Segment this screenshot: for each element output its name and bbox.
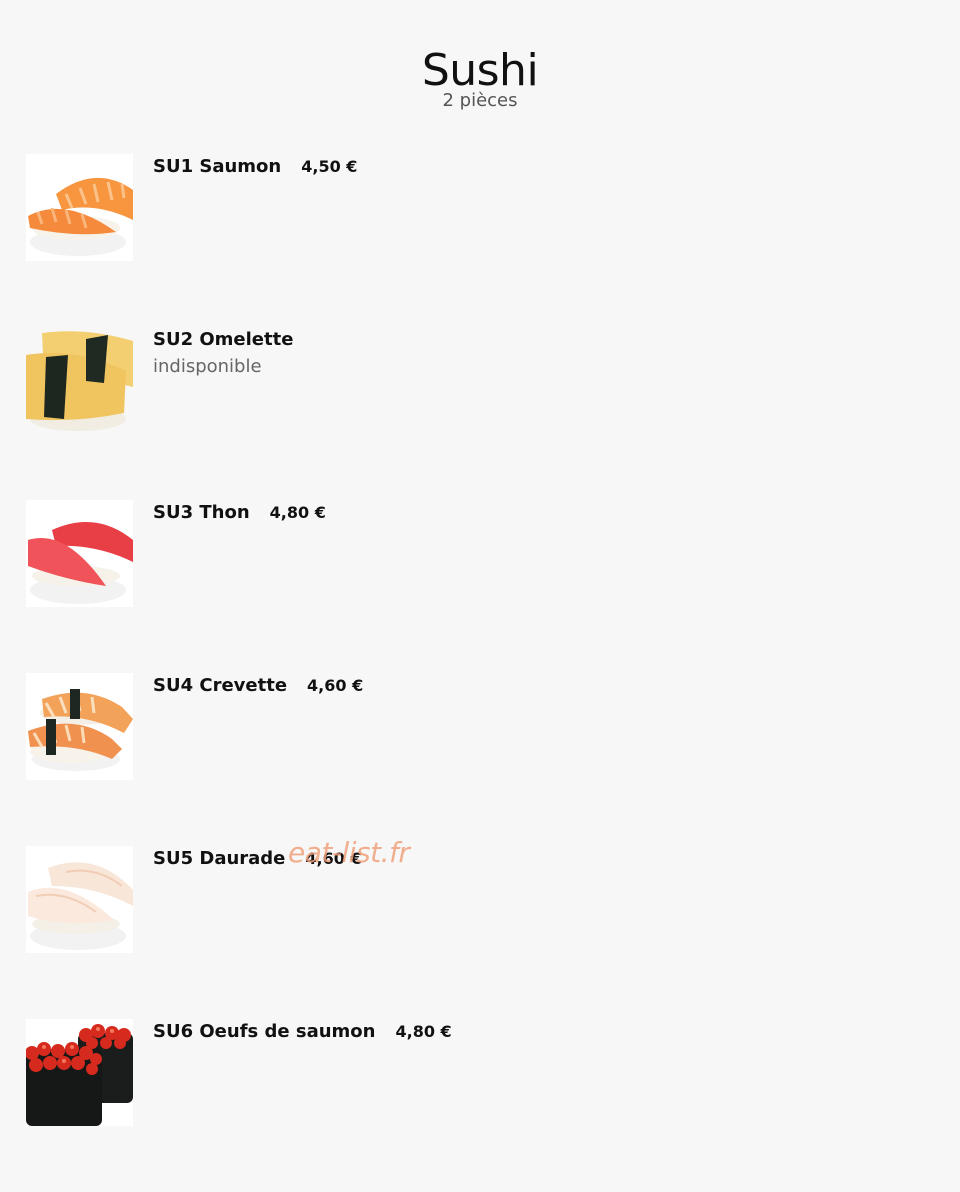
menu-item[interactable]: SU6 Oeufs de saumon 4,80 € bbox=[26, 1019, 926, 1192]
menu-list: SU1 Saumon 4,50 € SU2 Omelette indisponi… bbox=[26, 154, 926, 1192]
salmon-roe-gunkan-image bbox=[26, 1019, 133, 1126]
menu-item[interactable]: SU5 Daurade 4,60 € bbox=[26, 846, 926, 1019]
menu-item-info: SU4 Crevette 4,60 € bbox=[153, 675, 363, 696]
menu-item-name: SU2 Omelette bbox=[153, 329, 294, 350]
sea-bream-nigiri-image bbox=[26, 846, 133, 953]
menu-item[interactable]: SU3 Thon 4,80 € bbox=[26, 500, 926, 673]
page-header: Sushi 2 pièces bbox=[0, 44, 960, 112]
omelette-nigiri-image bbox=[26, 327, 133, 434]
availability-status: indisponible bbox=[153, 356, 262, 377]
page-subtitle: 2 pièces bbox=[442, 90, 518, 111]
menu-item-name: SU3 Thon bbox=[153, 502, 250, 523]
menu-item-info: SU2 Omelette indisponible bbox=[153, 329, 293, 377]
menu-item[interactable]: SU2 Omelette indisponible bbox=[26, 327, 926, 500]
menu-item-name: SU4 Crevette bbox=[153, 675, 288, 696]
menu-item-name: SU5 Daurade bbox=[153, 848, 286, 869]
menu-item-info: SU3 Thon 4,80 € bbox=[153, 502, 326, 523]
menu-item[interactable]: SU1 Saumon 4,50 € bbox=[26, 154, 926, 327]
salmon-nigiri-image bbox=[26, 154, 133, 261]
tuna-nigiri-image bbox=[26, 500, 133, 607]
shrimp-nigiri-image bbox=[26, 673, 133, 780]
menu-item-price: 4,60 € bbox=[307, 676, 364, 695]
menu-item-name: SU1 Saumon bbox=[153, 156, 282, 177]
menu-item-price: 4,80 € bbox=[269, 503, 326, 522]
menu-item-info: SU1 Saumon 4,50 € bbox=[153, 156, 357, 177]
watermark: eat-list.fr bbox=[288, 836, 410, 869]
menu-item-price: 4,50 € bbox=[301, 157, 358, 176]
menu-item[interactable]: SU4 Crevette 4,60 € bbox=[26, 673, 926, 846]
menu-item-name: SU6 Oeufs de saumon bbox=[153, 1021, 376, 1042]
menu-item-price: 4,80 € bbox=[395, 1022, 452, 1041]
menu-item-info: SU6 Oeufs de saumon 4,80 € bbox=[153, 1021, 452, 1042]
